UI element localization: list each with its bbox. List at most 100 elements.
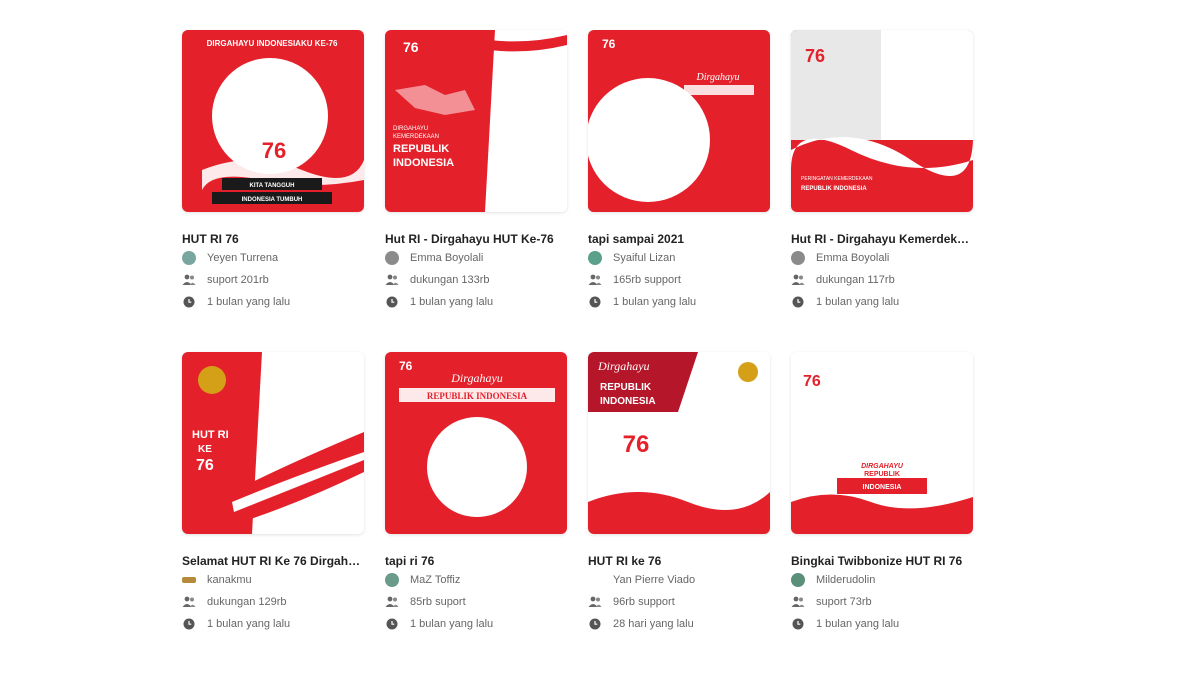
frame-banner-text: KITA TANGGUH <box>250 183 295 189</box>
campaign-card[interactable]: Dirgahayu REPUBLIK INDONESIA 76 HUT RI k… <box>588 352 770 635</box>
campaign-card[interactable]: 76 DIRGAHAYU KEMERDEKAAN REPUBLIK INDONE… <box>385 30 567 313</box>
campaign-thumbnail[interactable]: 76 PERINGATAN KEMERDEKAAN REPUBLIK INDON… <box>791 30 973 212</box>
campaign-thumbnail[interactable]: 76 Dirgahayu <box>588 30 770 212</box>
frame-script-text: Dirgahayu <box>597 359 650 373</box>
frame-text: REPUBLIK <box>864 471 900 478</box>
frame-text: REPUBLIK INDONESIA <box>801 186 867 192</box>
campaign-title[interactable]: Hut RI - Dirgahayu Kemerdekaan <box>791 231 973 247</box>
campaign-card[interactable]: HUT RI KE 76 17 AGUSTUS Selamat HUT RI K… <box>182 352 364 635</box>
campaign-author[interactable]: Emma Boyolali <box>385 247 567 269</box>
people-icon <box>182 595 196 609</box>
campaign-author[interactable]: Emma Boyolali <box>791 247 973 269</box>
frame-text: DIRGAHAYU <box>861 463 904 470</box>
campaign-thumbnail[interactable]: 76 DIRGAHAYU REPUBLIK INDONESIA <box>791 352 973 534</box>
clock-icon <box>588 295 602 309</box>
campaign-thumbnail[interactable]: DIRGAHAYU INDONESIAKU KE-76 76 KITA TANG… <box>182 30 364 212</box>
frame-text: REPUBLIK <box>393 143 449 155</box>
frame-script-text: Dirgahayu <box>696 72 740 83</box>
campaign-thumbnail[interactable]: 76 DIRGAHAYU KEMERDEKAAN REPUBLIK INDONE… <box>385 30 567 212</box>
campaign-card[interactable]: 76 DIRGAHAYU REPUBLIK INDONESIA Bingkai … <box>791 352 973 635</box>
people-icon <box>385 273 399 287</box>
frame-text: PERINGATAN KEMERDEKAAN <box>801 176 873 182</box>
people-icon <box>791 595 805 609</box>
campaign-supporters: 85rb suport <box>385 591 567 613</box>
campaign-time: 1 bulan yang lalu <box>182 291 364 313</box>
frame-logo-number: 76 <box>623 431 650 458</box>
frame-text: KEMERDEKAAN <box>393 134 439 140</box>
people-icon <box>588 595 602 609</box>
clock-icon <box>182 295 196 309</box>
frame-script-text: Dirgahayu <box>450 371 503 385</box>
campaign-title[interactable]: Hut RI - Dirgahayu HUT Ke-76 <box>385 231 567 247</box>
campaign-time: 1 bulan yang lalu <box>588 291 770 313</box>
frame-text: INDONESIA <box>863 484 902 491</box>
campaign-time: 1 bulan yang lalu <box>791 291 973 313</box>
campaign-author[interactable]: Syaiful Lizan <box>588 247 770 269</box>
campaign-card[interactable]: 76 Dirgahayu REPUBLIK INDONESIA tapi ri … <box>385 352 567 635</box>
campaign-thumbnail[interactable]: Dirgahayu REPUBLIK INDONESIA 76 <box>588 352 770 534</box>
campaign-author[interactable]: kanakmu <box>182 569 364 591</box>
campaign-author[interactable]: Yeyen Turrena <box>182 247 364 269</box>
clock-icon <box>791 295 805 309</box>
clock-icon <box>385 617 399 631</box>
frame-preview-image: Dirgahayu REPUBLIK INDONESIA 76 <box>588 352 770 534</box>
campaign-card[interactable]: 76 PERINGATAN KEMERDEKAAN REPUBLIK INDON… <box>791 30 973 313</box>
frame-text: HUT RI <box>192 429 229 441</box>
campaign-card[interactable]: DIRGAHAYU INDONESIAKU KE-76 76 KITA TANG… <box>182 30 364 313</box>
campaign-title[interactable]: tapi ri 76 <box>385 553 567 569</box>
clock-icon <box>385 295 399 309</box>
clock-icon <box>791 617 805 631</box>
campaign-author[interactable]: Milderudolin <box>791 569 973 591</box>
campaign-supporters: 96rb support <box>588 591 770 613</box>
campaign-time: 1 bulan yang lalu <box>791 613 973 635</box>
frame-top-text: DIRGAHAYU INDONESIAKU KE-76 <box>207 39 338 48</box>
campaign-card[interactable]: 76 Dirgahayu tapi sampai 2021 Syaiful Li… <box>588 30 770 313</box>
frame-logo-number: 76 <box>805 46 825 66</box>
campaign-supporters: 165rb support <box>588 269 770 291</box>
campaign-supporters: suport 73rb <box>791 591 973 613</box>
frame-preview-image: 76 Dirgahayu REPUBLIK INDONESIA <box>385 352 567 534</box>
frame-banner-text: INDONESIA TUMBUH <box>242 197 303 203</box>
frame-preview-image: 76 DIRGAHAYU KEMERDEKAAN REPUBLIK INDONE… <box>385 30 567 212</box>
avatar <box>182 251 196 265</box>
campaign-author[interactable]: MaZ Toffiz <box>385 569 567 591</box>
frame-text: DIRGAHAYU <box>393 126 428 132</box>
avatar <box>791 573 805 587</box>
clock-icon <box>588 617 602 631</box>
frame-banner-text: REPUBLIK INDONESIA <box>427 391 528 401</box>
avatar <box>385 573 399 587</box>
campaign-author[interactable]: Yan Pierre Viado <box>588 569 770 591</box>
clock-icon <box>182 617 196 631</box>
people-icon <box>791 273 805 287</box>
frame-preview-image: 76 DIRGAHAYU REPUBLIK INDONESIA <box>791 352 973 534</box>
campaign-title[interactable]: Selamat HUT RI Ke 76 Dirgahayu <box>182 553 364 569</box>
campaign-title[interactable]: Bingkai Twibbonize HUT RI 76 <box>791 553 973 569</box>
frame-preview-image: 76 Dirgahayu <box>588 30 770 212</box>
frame-logo-number: 76 <box>602 37 616 51</box>
campaign-title[interactable]: HUT RI 76 <box>182 231 364 247</box>
campaign-supporters: dukungan 117rb <box>791 269 973 291</box>
campaign-time: 1 bulan yang lalu <box>385 613 567 635</box>
campaign-supporters: suport 201rb <box>182 269 364 291</box>
campaign-time: 28 hari yang lalu <box>588 613 770 635</box>
campaign-thumbnail[interactable]: HUT RI KE 76 17 AGUSTUS <box>182 352 364 534</box>
campaign-supporters: dukungan 129rb <box>182 591 364 613</box>
frame-text: INDONESIA <box>600 396 656 407</box>
frame-text: REPUBLIK <box>600 382 652 393</box>
avatar <box>385 251 399 265</box>
frame-text: INDONESIA <box>393 157 454 169</box>
campaign-supporters: dukungan 133rb <box>385 269 567 291</box>
campaign-title[interactable]: HUT RI ke 76 <box>588 553 770 569</box>
frame-logo-number: 76 <box>262 138 286 163</box>
frame-preview-image: HUT RI KE 76 17 AGUSTUS <box>182 352 364 534</box>
campaign-time: 1 bulan yang lalu <box>385 291 567 313</box>
avatar <box>588 573 602 587</box>
people-icon <box>385 595 399 609</box>
frame-preview-image: 76 PERINGATAN KEMERDEKAAN REPUBLIK INDON… <box>791 30 973 212</box>
frame-date-text: 17 AGUSTUS <box>266 519 310 526</box>
frame-text: 76 <box>196 457 214 474</box>
people-icon <box>182 273 196 287</box>
frame-logo-number: 76 <box>803 373 821 390</box>
campaign-thumbnail[interactable]: 76 Dirgahayu REPUBLIK INDONESIA <box>385 352 567 534</box>
campaign-title[interactable]: tapi sampai 2021 <box>588 231 770 247</box>
